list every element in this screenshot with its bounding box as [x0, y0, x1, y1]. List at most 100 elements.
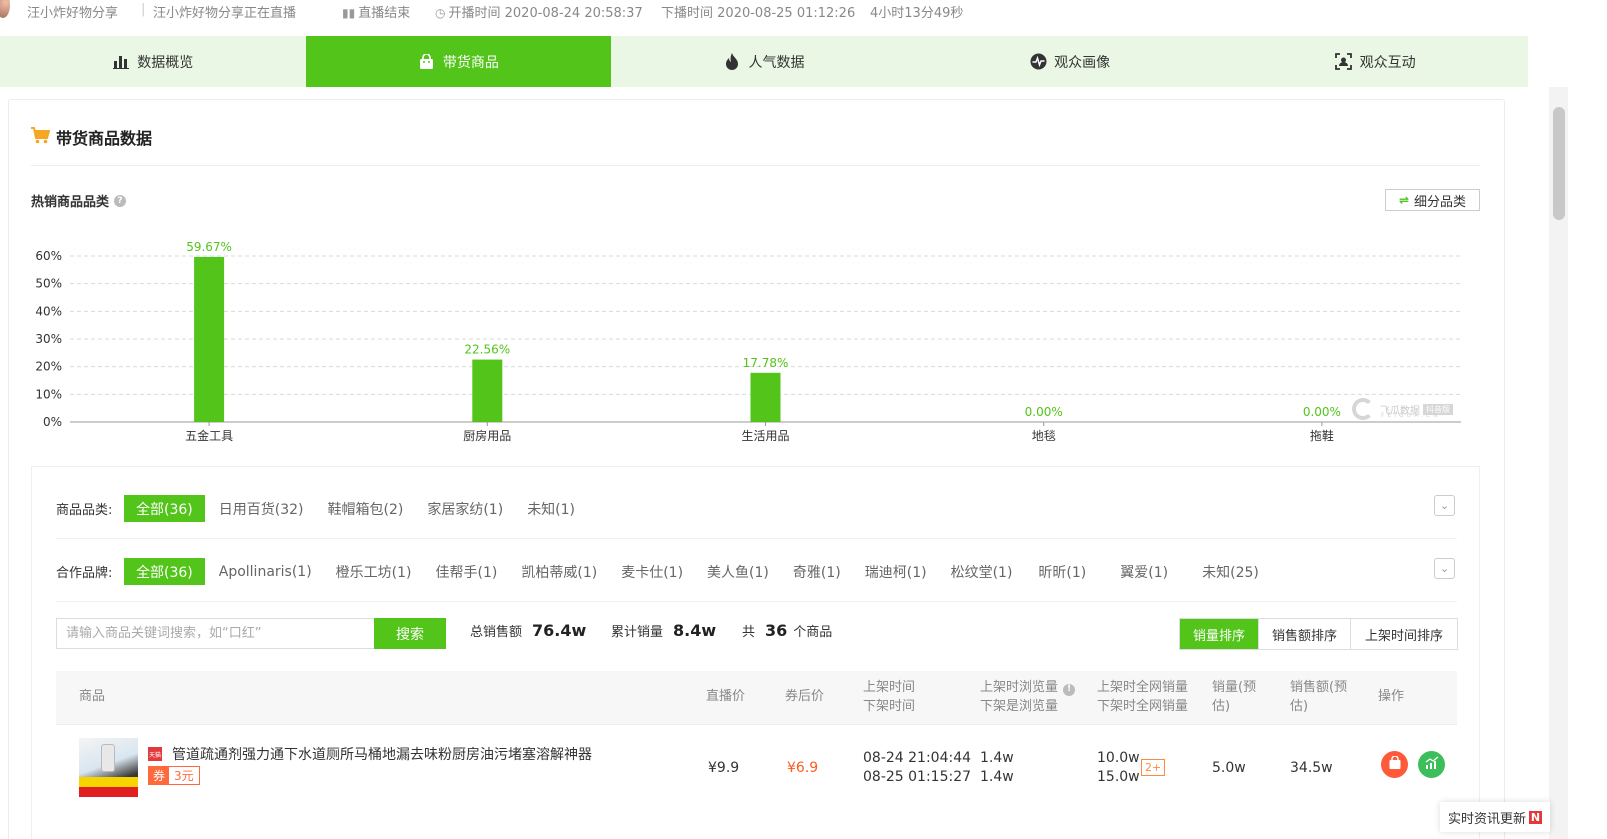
data-label: 0.00% — [1303, 405, 1341, 419]
col-views-on-wrap: 上架时浏览量! — [980, 678, 1076, 697]
page: 汪小炸好物分享 | 汪小炸好物分享正在直播 ▮▮ 直播结束 ◷ 开播时间 2020-… — [0, 0, 1607, 839]
category-filter-chip[interactable]: 全部(36) — [124, 495, 205, 522]
scrollbar-thumb[interactable] — [1553, 107, 1565, 220]
tab-products[interactable]: 带货商品 — [305, 36, 612, 87]
col-coupon-price[interactable]: 券后价 — [785, 687, 824, 706]
product-count-suffix: 个商品 — [793, 625, 833, 640]
col-net-sales-off: 下架时全网销量 — [1097, 699, 1189, 714]
category-expand-button[interactable]: ⌄ — [1434, 495, 1455, 516]
help-icon[interactable]: ? — [114, 194, 127, 207]
data-label: 17.78% — [743, 356, 789, 370]
help-icon[interactable]: ! — [1063, 683, 1076, 696]
col-sales-est[interactable]: 销量(预估) — [1212, 678, 1268, 716]
sales-est: 5.0w — [1212, 760, 1246, 776]
data-label: 0.00% — [1025, 405, 1063, 419]
product-search-input[interactable] — [56, 618, 374, 649]
product-count-value: 36 — [765, 621, 788, 640]
divider — [31, 165, 1480, 166]
brand-filter-chip[interactable]: 佳帮手(1) — [424, 558, 510, 585]
category-filter-chip[interactable]: 家居家纺(1) — [415, 495, 515, 522]
thumb-label — [79, 787, 138, 797]
product-thumbnail[interactable] — [79, 738, 138, 797]
bar[interactable] — [472, 359, 503, 422]
hot-category-bar-chart: 0% 10% 20% 30% 40% 50% 60% 59.67% 五金工具 22.56% 厨房用品… — [35, 240, 1461, 443]
category-filter-chip[interactable]: 日用百货(32) — [207, 495, 316, 522]
data-label: 22.56% — [464, 343, 510, 357]
views-on: 1.4w — [980, 750, 1014, 766]
brand-filter-chip[interactable]: 松纹堂(1) — [939, 558, 1025, 585]
subcategory-button[interactable]: ⇌ 细分品类 — [1385, 189, 1480, 211]
net-sales-off: 15.0w — [1097, 769, 1140, 785]
brand-filter-chip[interactable]: Apollinaris(1) — [207, 558, 324, 585]
brand-filter-chip[interactable]: 未知(25) — [1190, 558, 1271, 585]
col-ops: 操作 — [1378, 689, 1405, 704]
sort-by-volume-button[interactable]: 销量排序 — [1180, 619, 1259, 649]
product-bottle-image — [101, 744, 115, 772]
col-net-sales: 上架时全网销量 下架时全网销量 — [1097, 678, 1188, 716]
y-tick-label: 30% — [35, 332, 62, 346]
new-badge: N — [1529, 810, 1543, 824]
product-name[interactable]: 管道疏通剂强力通下水道厕所马桶地漏去味粉厨房油污堵塞溶解神器 — [172, 744, 592, 764]
bar[interactable] — [194, 256, 225, 422]
thumb-label — [79, 777, 138, 787]
y-tick-label: 60% — [35, 249, 62, 263]
x-tick-label: 生活用品 — [741, 429, 789, 443]
y-tick-label: 50% — [35, 277, 62, 291]
brand-filter-chip[interactable]: 瑞迪柯(1) — [853, 558, 939, 585]
live-info-bar: 汪小炸好物分享 | 汪小炸好物分享正在直播 ▮▮ 直播结束 ◷ 开播时间 2020-… — [0, 0, 1568, 26]
y-tick-label: 0% — [43, 415, 62, 429]
col-views-off: 下架是浏览量 — [980, 699, 1059, 714]
search-button[interactable]: 搜索 — [374, 618, 446, 649]
revenue-est: 34.5w — [1290, 760, 1333, 776]
brand-expand-button[interactable]: ⌄ — [1434, 558, 1455, 579]
more-badge[interactable]: 2+ — [1141, 759, 1166, 776]
start-time: ◷ 开播时间 2020-08-24 20:58:37 — [435, 2, 643, 21]
tab-audience-interaction[interactable]: 观众互动 — [1222, 36, 1528, 87]
category-filter-label: 商品品类: — [56, 503, 113, 518]
brand-filter-chip[interactable]: 奇雅(1) — [781, 558, 853, 585]
category-filter-chip[interactable]: 鞋帽箱包(2) — [316, 495, 416, 522]
brand-filter-chip[interactable]: 凯柏蒂威(1) — [509, 558, 609, 585]
anchor-name[interactable]: 汪小炸好物分享 — [27, 2, 118, 21]
end-label: 下播时间 — [661, 6, 714, 21]
flame-icon — [723, 53, 741, 71]
category-filter-chip[interactable]: 未知(1) — [515, 495, 587, 522]
start-time-value: 2020-08-24 20:58:37 — [504, 6, 643, 21]
x-tick-label: 五金工具 — [185, 428, 233, 443]
sort-button-group: 销量排序 销售额排序 上架时间排序 — [1179, 618, 1458, 650]
col-time: 上架时间 下架时间 — [863, 678, 915, 716]
tab-popularity[interactable]: 人气数据 — [611, 36, 917, 87]
realtime-news-button[interactable]: 实时资讯更新 N — [1440, 802, 1550, 832]
brand-filter-chip[interactable]: 橙乐工坊(1) — [324, 558, 424, 585]
trend-button[interactable] — [1418, 751, 1445, 778]
toggle-lines-icon: ⇌ — [1398, 193, 1410, 207]
col-revenue-est[interactable]: 销售额(预估) — [1290, 678, 1360, 716]
sort-by-revenue-button[interactable]: 销售额排序 — [1259, 619, 1351, 649]
watermark: 飞瓜数据 抖音版 FEIGUA.CN — [1352, 398, 1453, 420]
col-live-price[interactable]: 直播价 — [706, 687, 745, 706]
bar[interactable] — [750, 372, 781, 422]
shopping-cart-icon — [31, 126, 51, 148]
duration: 4小时13分49秒 — [870, 6, 964, 21]
start-label: 开播时间 — [448, 6, 501, 21]
live-status-text: 直播结束 — [358, 6, 411, 21]
sort-by-time-button[interactable]: 上架时间排序 — [1351, 619, 1457, 649]
shop-button[interactable] — [1381, 751, 1408, 778]
tab-label: 观众画像 — [1054, 54, 1111, 71]
brand-filter-chip[interactable]: 全部(36) — [124, 558, 205, 585]
tab-audience-profile[interactable]: 观众画像 — [917, 36, 1223, 87]
brand-filter-chip[interactable]: 昕昕(1) — [1026, 558, 1098, 585]
brand-filter-chip[interactable]: 麦卡仕(1) — [609, 558, 695, 585]
x-tick-label: 拖鞋 — [1310, 428, 1334, 443]
shopping-bag-icon — [1388, 755, 1402, 774]
tab-data-overview[interactable]: 数据概览 — [0, 36, 306, 87]
col-views: 上架时浏览量! 下架是浏览量 — [980, 678, 1076, 716]
bar-status-icon: ▮▮ — [342, 6, 356, 20]
brand-chips: 全部(36) Apollinaris(1) 橙乐工坊(1) 佳帮手(1) 凯柏蒂威(1)… — [124, 558, 1271, 585]
shopping-bag-icon — [418, 53, 436, 71]
avatar[interactable] — [0, 0, 10, 18]
chevron-down-icon: ⌄ — [1439, 499, 1450, 512]
brand-filter-chip[interactable]: 美人鱼(1) — [695, 558, 781, 585]
brand-filter-chip[interactable]: 翼爱(1) — [1108, 558, 1180, 585]
y-tick-label: 10% — [35, 387, 62, 401]
